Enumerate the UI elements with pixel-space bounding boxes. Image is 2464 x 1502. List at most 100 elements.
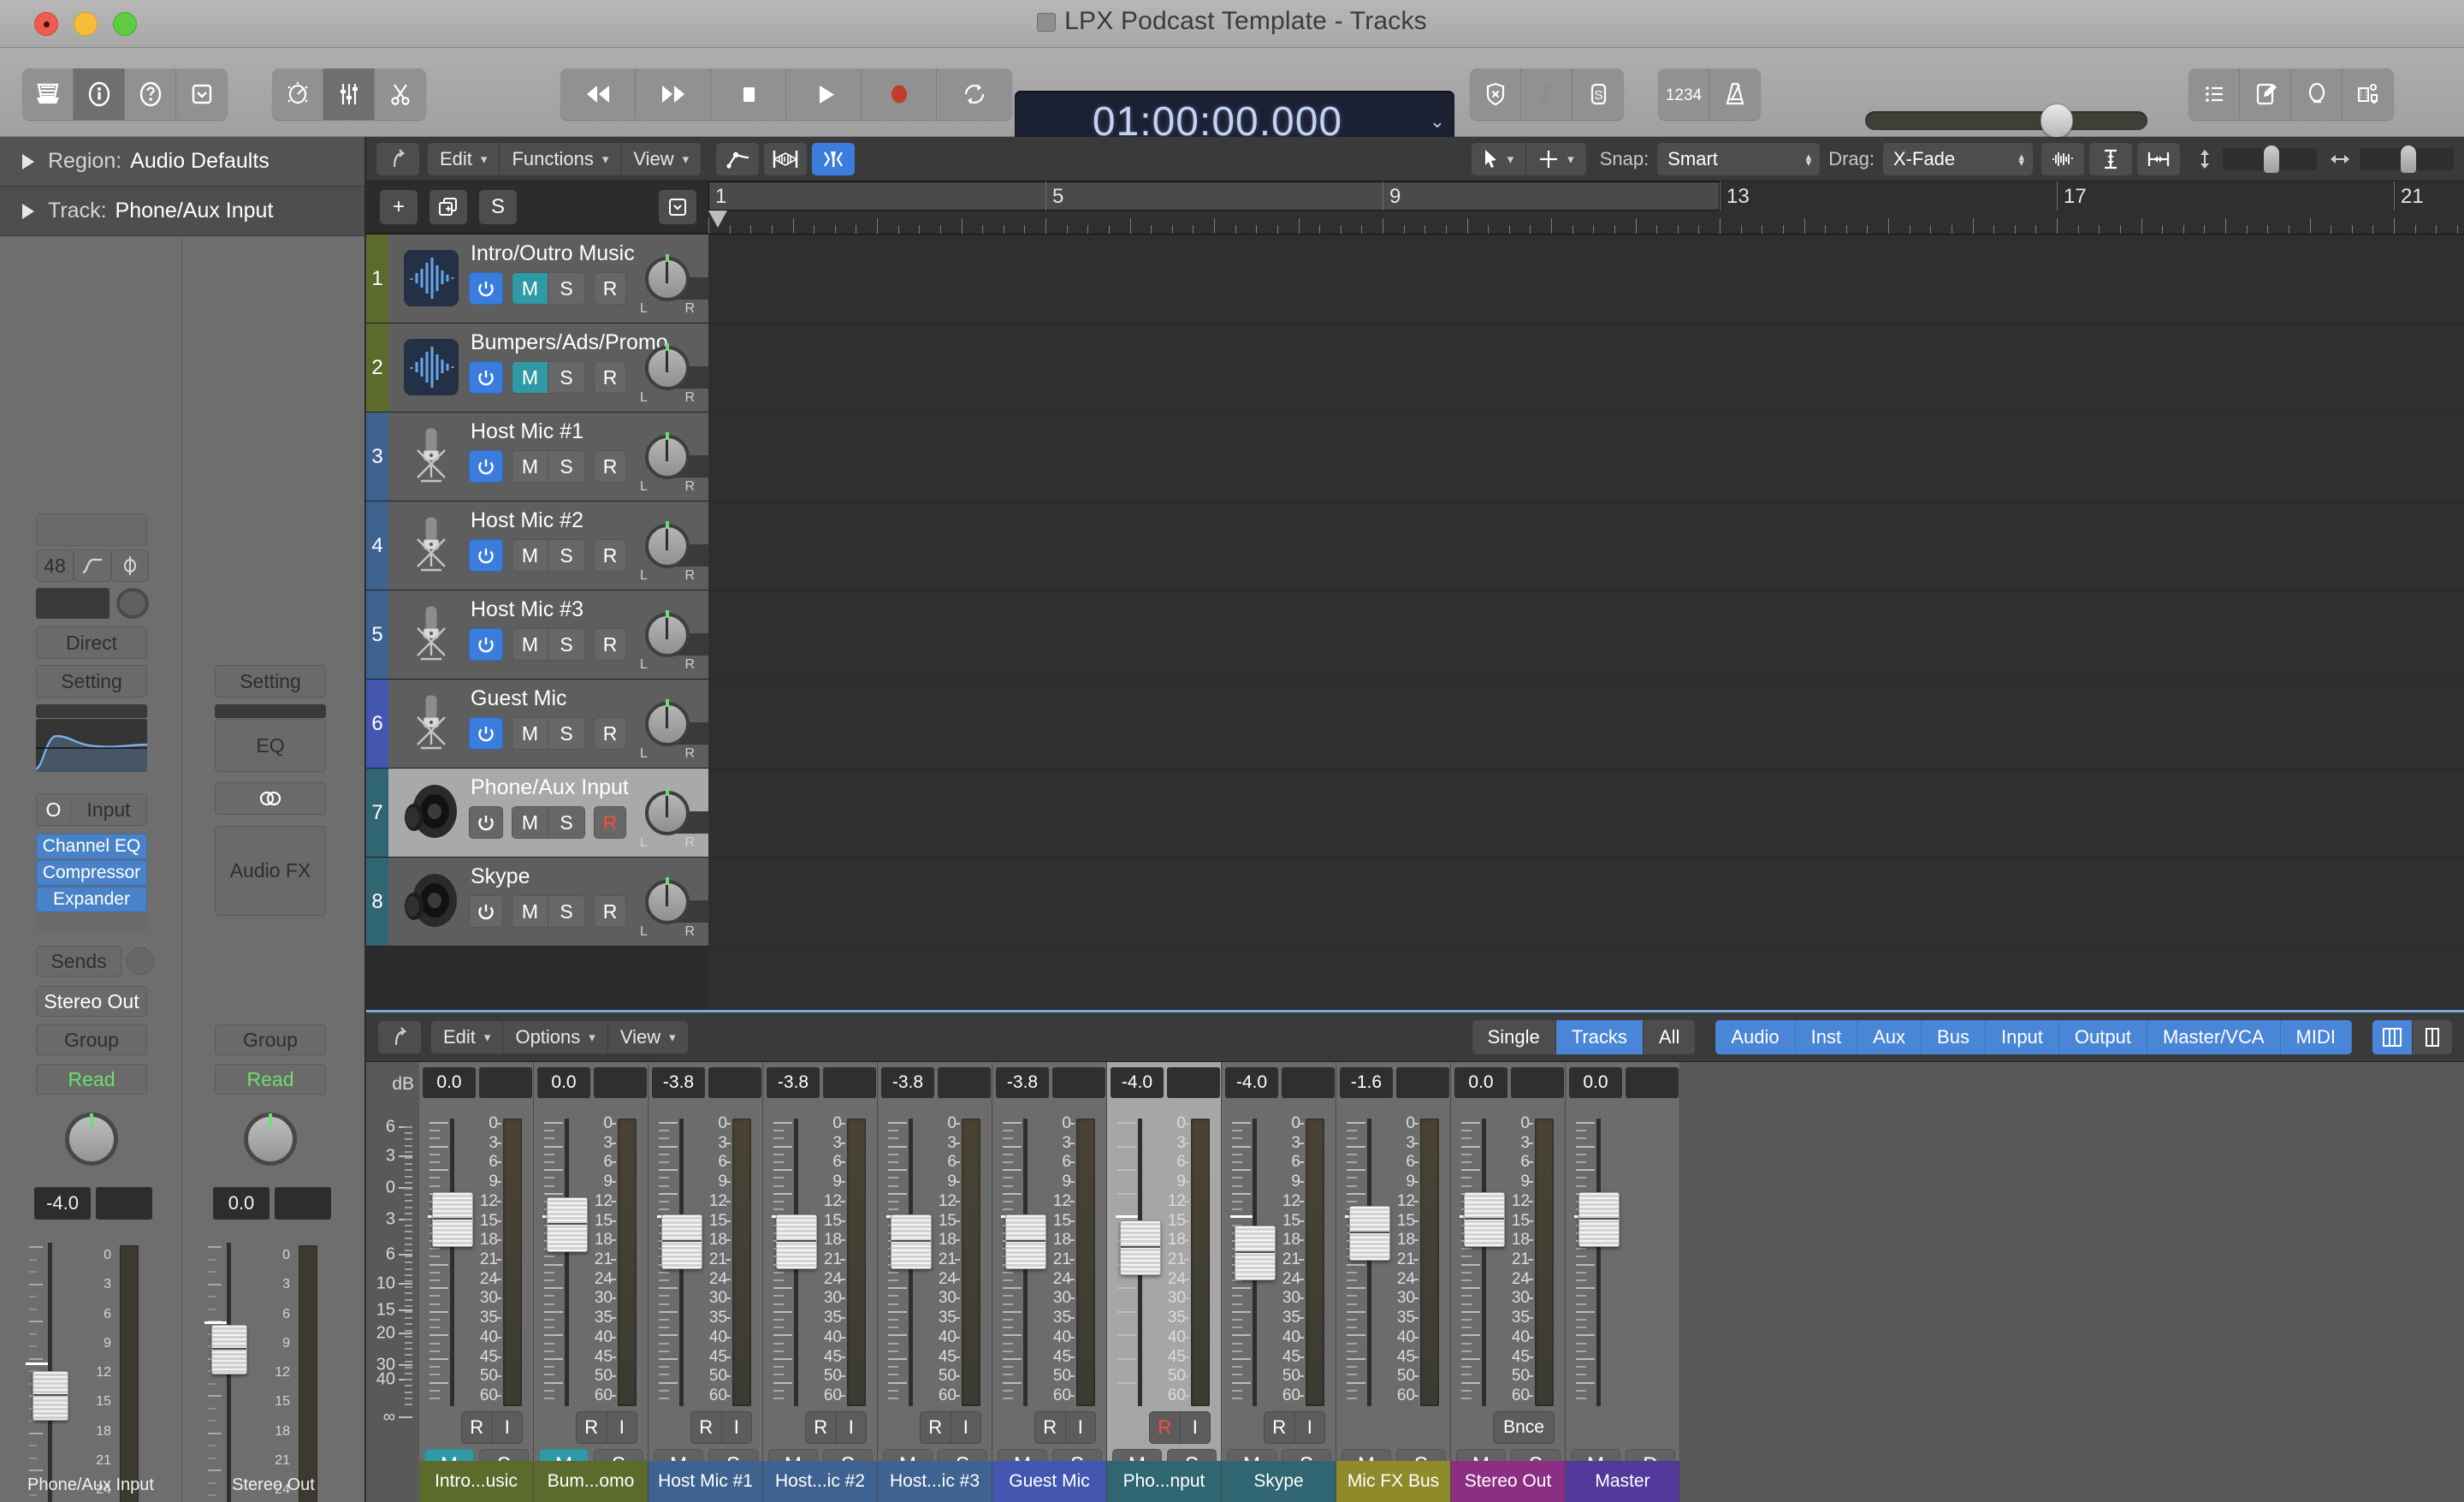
- menu-edit[interactable]: Edit ▾: [428, 142, 500, 175]
- mixer-filter-input[interactable]: Input: [1985, 1019, 2059, 1054]
- channel-fader[interactable]: [1001, 1119, 1049, 1406]
- vertical-zoom-handle[interactable]: [2264, 145, 2279, 173]
- loops-button[interactable]: [2291, 68, 2343, 120]
- track-name[interactable]: Skype: [471, 864, 530, 889]
- track-pan-knob[interactable]: [645, 610, 690, 657]
- track-row[interactable]: 8 Skype M S R L R: [366, 858, 868, 947]
- vertical-zoom-slider[interactable]: [2223, 145, 2317, 173]
- gain-field[interactable]: 48: [36, 549, 74, 582]
- track-pan-knob[interactable]: [645, 877, 690, 924]
- channel-record-button[interactable]: R: [806, 1412, 837, 1443]
- channel-record-button[interactable]: R: [921, 1412, 951, 1443]
- stereo-link-icon[interactable]: [215, 782, 326, 815]
- peak-value-field[interactable]: [96, 1187, 152, 1220]
- output-balance-knob[interactable]: [244, 1113, 297, 1166]
- track-mute-button[interactable]: M: [512, 540, 548, 571]
- channel-volume-value[interactable]: 0.0: [537, 1067, 590, 1098]
- waveform-zoom-button[interactable]: [2041, 142, 2084, 175]
- track-row[interactable]: 6 Guest Mic M S R L R: [366, 680, 868, 769]
- track-pan-knob[interactable]: [645, 699, 690, 746]
- track-mute-button[interactable]: M: [512, 807, 548, 838]
- channel-volume-value[interactable]: -4.0: [1111, 1067, 1164, 1098]
- microphone-icon[interactable]: [400, 603, 462, 666]
- horizontal-zoom-slider[interactable]: [2360, 145, 2454, 173]
- arrange-canvas[interactable]: [708, 235, 2464, 1010]
- track-name[interactable]: Host Mic #1: [471, 419, 583, 444]
- mixer-menu-view[interactable]: View ▾: [608, 1021, 688, 1054]
- phase-invert-icon[interactable]: [111, 549, 149, 582]
- drag-popup[interactable]: X-Fade ▴ ▾: [1883, 142, 2033, 175]
- track-record-button[interactable]: R: [594, 272, 626, 305]
- channel-volume-value[interactable]: -3.8: [881, 1067, 934, 1098]
- record-input-group[interactable]: RI: [805, 1411, 867, 1444]
- fader-cap[interactable]: [1235, 1226, 1276, 1281]
- track-mute-button[interactable]: M: [512, 896, 548, 927]
- channel-volume-value[interactable]: -1.6: [1340, 1067, 1393, 1098]
- track-solo-button[interactable]: S: [548, 273, 584, 304]
- channel-fader[interactable]: [428, 1119, 476, 1406]
- channel-strip-name[interactable]: Phone/Aux Input: [0, 1475, 181, 1495]
- media-browser-button[interactable]: [2343, 68, 2394, 120]
- channel-volume-value[interactable]: -4.0: [1225, 1067, 1278, 1098]
- library-button[interactable]: [22, 68, 74, 120]
- setting-button[interactable]: Setting: [36, 665, 147, 698]
- mixer-filter-master-vca[interactable]: Master/VCA: [2147, 1019, 2281, 1054]
- channel-name-label[interactable]: Mic FX Bus: [1336, 1461, 1450, 1502]
- fader-cap[interactable]: [432, 1191, 473, 1247]
- channel-fader[interactable]: [1230, 1119, 1278, 1406]
- mixer-filter-output[interactable]: Output: [2058, 1019, 2147, 1054]
- channel-peak-value[interactable]: [938, 1067, 991, 1098]
- channel-peak-value[interactable]: [594, 1067, 647, 1098]
- rewind-button[interactable]: [560, 68, 636, 120]
- track-lane[interactable]: [708, 680, 2464, 769]
- channel-record-button[interactable]: R: [577, 1412, 607, 1443]
- channel-eq-thumbnail[interactable]: [36, 719, 147, 772]
- channel-volume-value[interactable]: 0.0: [1569, 1067, 1622, 1098]
- channel-name-label[interactable]: Pho...nput: [1107, 1461, 1221, 1502]
- vertical-zoom-button[interactable]: [2089, 142, 2132, 175]
- fx-slot-compressor[interactable]: Compressor: [36, 860, 147, 886]
- record-input-group[interactable]: RI: [1149, 1411, 1211, 1444]
- channel-input-monitor-button[interactable]: I: [951, 1412, 981, 1443]
- mixer-view-single[interactable]: Single: [1472, 1019, 1556, 1054]
- track-solo-button[interactable]: S: [548, 540, 584, 571]
- channel-name-label[interactable]: Host Mic #1: [649, 1461, 762, 1502]
- track-solo-button[interactable]: S: [548, 896, 584, 927]
- track-row[interactable]: 7 Phone/Aux Input M S R L R: [366, 769, 868, 858]
- input-slot-button[interactable]: O Input: [36, 793, 147, 826]
- channel-record-button[interactable]: R: [691, 1412, 722, 1443]
- microphone-icon[interactable]: [400, 424, 462, 488]
- channel-fader[interactable]: [1574, 1119, 1622, 1406]
- monitoring-mode-button[interactable]: Direct: [36, 626, 147, 659]
- channel-peak-value[interactable]: [479, 1067, 532, 1098]
- tuner-button[interactable]: [1521, 68, 1573, 120]
- fx-slot-empty[interactable]: [36, 913, 147, 932]
- count-in-button[interactable]: 1234: [1658, 68, 1709, 120]
- fx-slot-expander[interactable]: Expander: [36, 887, 147, 912]
- horizontal-zoom-handle[interactable]: [2401, 145, 2416, 173]
- channel-record-button[interactable]: R: [1035, 1412, 1066, 1443]
- fader-cap[interactable]: [1464, 1191, 1505, 1247]
- left-click-tool[interactable]: ▾: [1472, 142, 1527, 175]
- channel-peak-value[interactable]: [823, 1067, 876, 1098]
- channel-volume-value[interactable]: -3.8: [652, 1067, 705, 1098]
- track-pan-knob[interactable]: [645, 521, 690, 568]
- track-mute-button[interactable]: M: [512, 718, 548, 749]
- channel-fader[interactable]: [542, 1119, 590, 1406]
- power-icon[interactable]: [469, 272, 503, 305]
- mixer-channel-strip[interactable]: -3.803691215182124303540455060RIMSGuest …: [992, 1062, 1107, 1502]
- channel-input-monitor-button[interactable]: I: [1295, 1412, 1325, 1443]
- channel-fader[interactable]: [772, 1119, 820, 1406]
- show-channel-strip-components-button[interactable]: [2372, 1019, 2413, 1054]
- channel-peak-value[interactable]: [708, 1067, 761, 1098]
- mixer-channel-strip[interactable]: -4.003691215182124303540455060RIMSSkype: [1222, 1062, 1336, 1502]
- channel-input-monitor-button[interactable]: I: [1181, 1412, 1211, 1443]
- track-lane[interactable]: [708, 413, 2464, 502]
- track-name[interactable]: Bumpers/Ads/Promo: [471, 330, 668, 355]
- track-solo-button[interactable]: S: [548, 718, 584, 749]
- record-input-group[interactable]: RI: [576, 1411, 637, 1444]
- mixer-filter-aux[interactable]: Aux: [1857, 1019, 1922, 1054]
- global-solo-button[interactable]: S: [479, 190, 517, 224]
- channel-fader[interactable]: [1116, 1119, 1164, 1406]
- command-click-tool[interactable]: ▾: [1526, 143, 1586, 175]
